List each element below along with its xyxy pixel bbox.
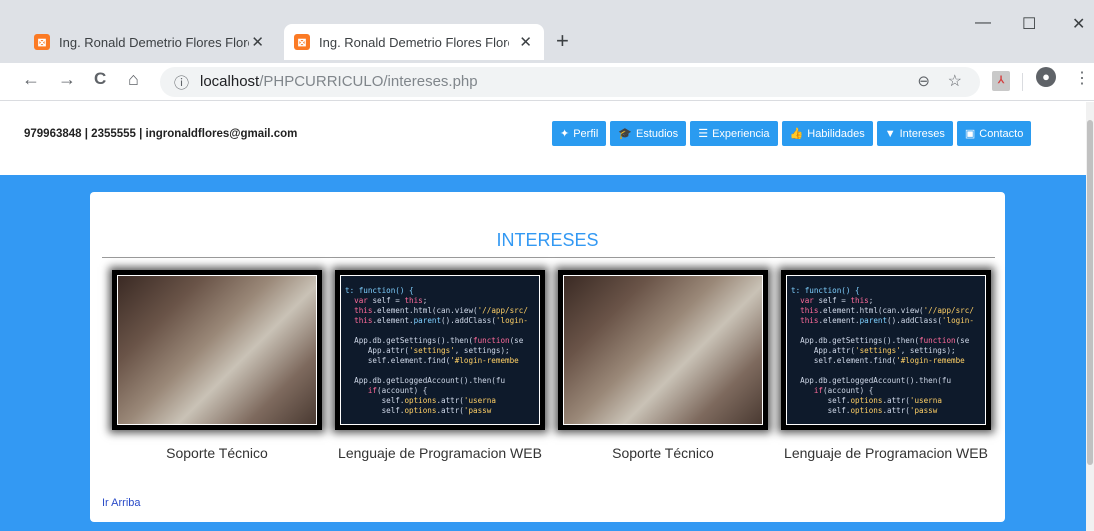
intereses-card: INTERESES Soporte Técnico t: function() …	[90, 192, 1005, 522]
forward-button[interactable]: →	[58, 69, 76, 90]
browser-tab-2[interactable]: ⊠ Ing. Ronald Demetrio Flores Flore ✕	[284, 24, 544, 60]
person-icon: ✦	[560, 128, 570, 140]
interest-caption: Lenguaje de Programacion WEB	[784, 445, 988, 461]
nav-button-contacto[interactable]: ▣ Contacto	[956, 121, 1032, 146]
contact-card-icon: ▣	[964, 128, 976, 140]
nav-button-habilidades[interactable]: 👍 Habilidades	[781, 121, 873, 146]
page-scrollbar[interactable]	[1086, 102, 1094, 531]
filter-icon: ▼	[884, 127, 896, 140]
url-path: /PHPCURRICULO/intereses.php	[259, 73, 478, 90]
nav-button-label: Intereses	[899, 127, 945, 140]
nav-button-perfil[interactable]: ✦ Perfil	[552, 121, 607, 146]
close-window-button[interactable]: ✕	[1072, 14, 1085, 34]
address-bar[interactable]: ⓘ localhost/PHPCURRICULO/intereses.php ⊖…	[160, 67, 980, 97]
reload-button[interactable]: C	[94, 69, 106, 89]
scrollbar-thumb[interactable]	[1087, 120, 1093, 465]
interest-item: Soporte Técnico	[112, 270, 322, 460]
xampp-icon: ⊠	[34, 34, 50, 50]
home-button[interactable]: ⌂	[128, 69, 139, 90]
section-divider	[102, 257, 995, 258]
toolbar-divider	[1022, 73, 1023, 91]
xampp-icon: ⊠	[294, 34, 310, 50]
tab-title: Ing. Ronald Demetrio Flores Flore	[319, 34, 509, 50]
nav-button-label: Estudios	[635, 127, 679, 140]
interest-item: t: function() { var self = this; this.el…	[781, 270, 991, 460]
page-viewport: 979963848 | 2355555 | ingronaldflores@gm…	[0, 102, 1094, 531]
zoom-icon[interactable]: ⊖	[917, 72, 930, 90]
code-screenshot: t: function() { var self = this; this.el…	[786, 275, 986, 425]
contact-info: 979963848 | 2355555 | ingronaldflores@gm…	[24, 128, 298, 140]
nav-button-label: Contacto	[979, 127, 1024, 140]
nav-button-label: Experiencia	[712, 127, 770, 140]
thumbs-up-icon: 👍	[789, 128, 804, 140]
url-host: localhost	[200, 73, 260, 90]
minimize-button[interactable]: —	[975, 14, 991, 32]
nav-button-estudios[interactable]: 🎓 Estudios	[610, 121, 687, 146]
interest-item: Soporte Técnico	[558, 270, 768, 460]
nav-button-label: Perfil	[573, 127, 599, 140]
interest-caption: Lenguaje de Programacion WEB	[338, 445, 542, 461]
tech-support-photo	[117, 275, 317, 425]
tech-support-photo	[563, 275, 763, 425]
pdf-extension-icon[interactable]: ⅄	[992, 71, 1010, 91]
maximize-button[interactable]: ☐	[1022, 14, 1036, 34]
nav-button-label: Habilidades	[807, 127, 865, 140]
interest-image-frame: t: function() { var self = this; this.el…	[781, 270, 991, 430]
back-to-top-link[interactable]: Ir Arriba	[102, 497, 141, 509]
url-text[interactable]: localhost/PHPCURRICULO/intereses.php	[200, 73, 478, 90]
graduation-cap-icon: 🎓	[618, 128, 632, 140]
bookmark-star-icon[interactable]: ☆	[948, 71, 962, 91]
interest-caption: Soporte Técnico	[166, 445, 268, 461]
section-title: INTERESES	[496, 230, 599, 250]
profile-icon[interactable]: ●	[1036, 67, 1056, 87]
interest-image-frame: t: function() { var self = this; this.el…	[335, 270, 545, 430]
back-button[interactable]: ←	[22, 69, 40, 90]
interest-item: t: function() { var self = this; this.el…	[335, 270, 545, 460]
site-header: 979963848 | 2355555 | ingronaldflores@gm…	[0, 102, 1086, 175]
interest-image-frame	[112, 270, 322, 430]
browser-tab-1[interactable]: ⊠ Ing. Ronald Demetrio Flores Flore ✕	[24, 24, 276, 60]
info-icon[interactable]: ⓘ	[174, 72, 189, 93]
nav-button-experiencia[interactable]: ☰ Experiencia	[690, 121, 778, 146]
interest-image-frame	[558, 270, 768, 430]
browser-toolbar: ← → C ⌂ ⓘ localhost/PHPCURRICULO/interes…	[0, 63, 1094, 101]
tab-title: Ing. Ronald Demetrio Flores Flore	[59, 34, 249, 50]
close-tab-icon[interactable]: ✕	[519, 33, 532, 51]
interest-caption: Soporte Técnico	[612, 445, 714, 461]
browser-titlebar: ⊠ Ing. Ronald Demetrio Flores Flore ✕ ⊠ …	[0, 0, 1094, 63]
new-tab-button[interactable]: +	[556, 28, 569, 54]
database-icon: ☰	[698, 128, 709, 140]
site-nav: ✦ Perfil 🎓 Estudios ☰ Experiencia 👍 Habilida…	[552, 121, 1032, 146]
close-tab-icon[interactable]: ✕	[251, 33, 264, 51]
code-screenshot: t: function() { var self = this; this.el…	[340, 275, 540, 425]
browser-menu-icon[interactable]: ⋮	[1074, 68, 1090, 88]
nav-button-intereses[interactable]: ▼ Intereses	[876, 121, 953, 146]
